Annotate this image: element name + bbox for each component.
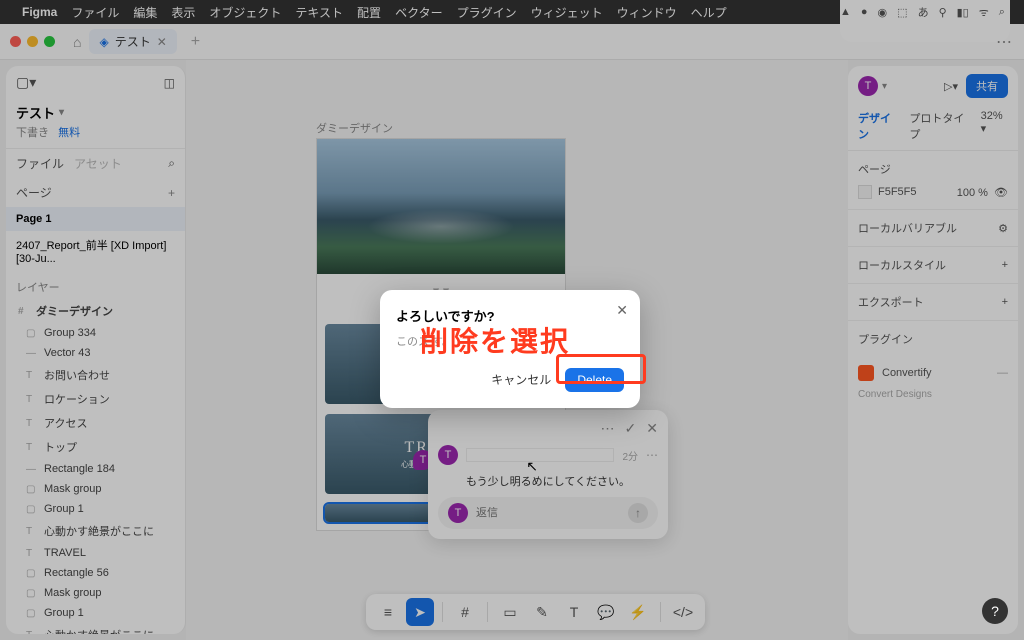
dialog-close-icon[interactable]: ✕ xyxy=(616,302,628,319)
help-button[interactable]: ? xyxy=(982,598,1008,624)
cancel-button[interactable]: キャンセル xyxy=(485,367,557,392)
annotation-text: 削除を選択 xyxy=(420,320,570,360)
